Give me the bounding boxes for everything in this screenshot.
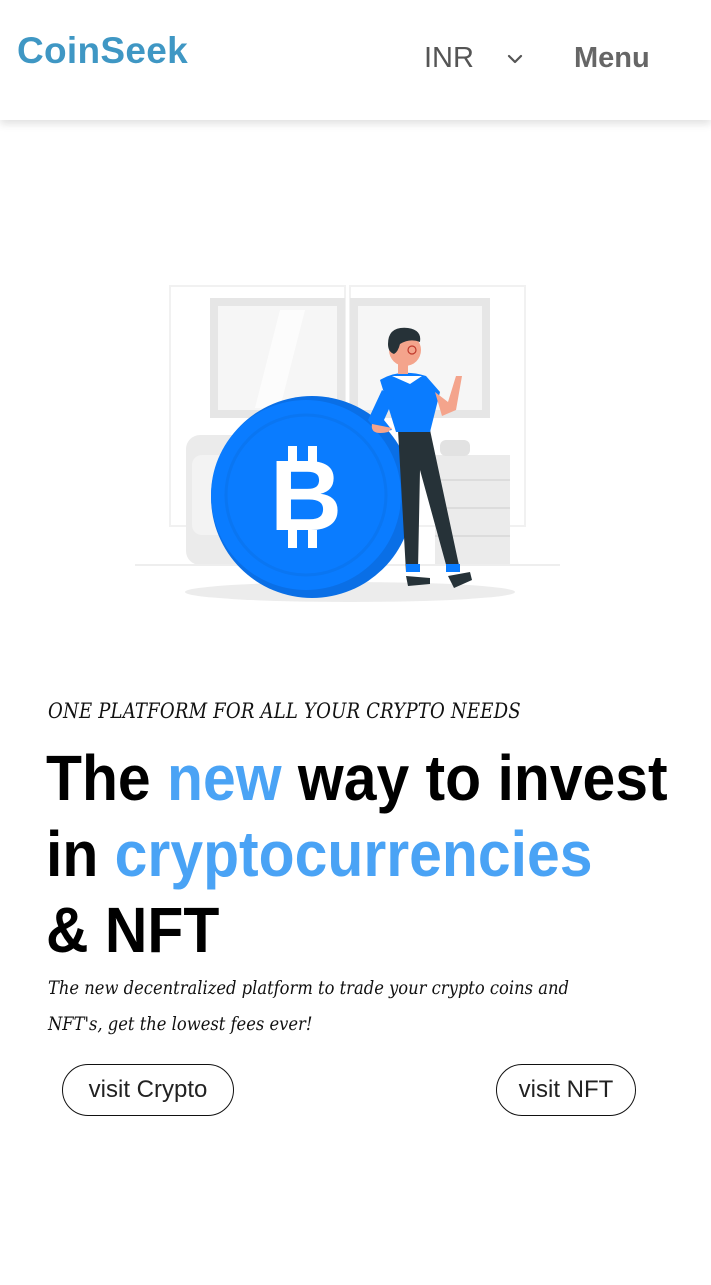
top-navbar: CoinSeek INR Menu <box>0 0 711 120</box>
headline-text: & NFT <box>46 894 220 966</box>
chevron-down-icon[interactable] <box>505 52 525 66</box>
headline-text: in <box>46 818 115 890</box>
visit-nft-button[interactable]: visit NFT <box>496 1064 636 1116</box>
headline-text: way to invest <box>281 742 668 814</box>
svg-text:B: B <box>270 440 342 552</box>
menu-button[interactable]: Menu <box>574 42 650 75</box>
headline-text: The <box>46 742 168 814</box>
hero-headline: The new way to invest in cryptocurrencie… <box>46 740 668 968</box>
hero-tagline: ONE PLATFORM FOR ALL YOUR CRYPTO NEEDS <box>48 699 521 723</box>
currency-select[interactable]: INR <box>424 42 474 75</box>
headline-accent-new: new <box>167 742 282 814</box>
hero-description: The new decentralized platform to trade … <box>48 977 569 1035</box>
brand-logo[interactable]: CoinSeek <box>17 30 188 72</box>
headline-accent-crypto: cryptocurrencies <box>114 818 593 890</box>
bitcoin-person-illustration: B <box>135 285 560 602</box>
visit-crypto-button[interactable]: visit Crypto <box>62 1064 234 1116</box>
